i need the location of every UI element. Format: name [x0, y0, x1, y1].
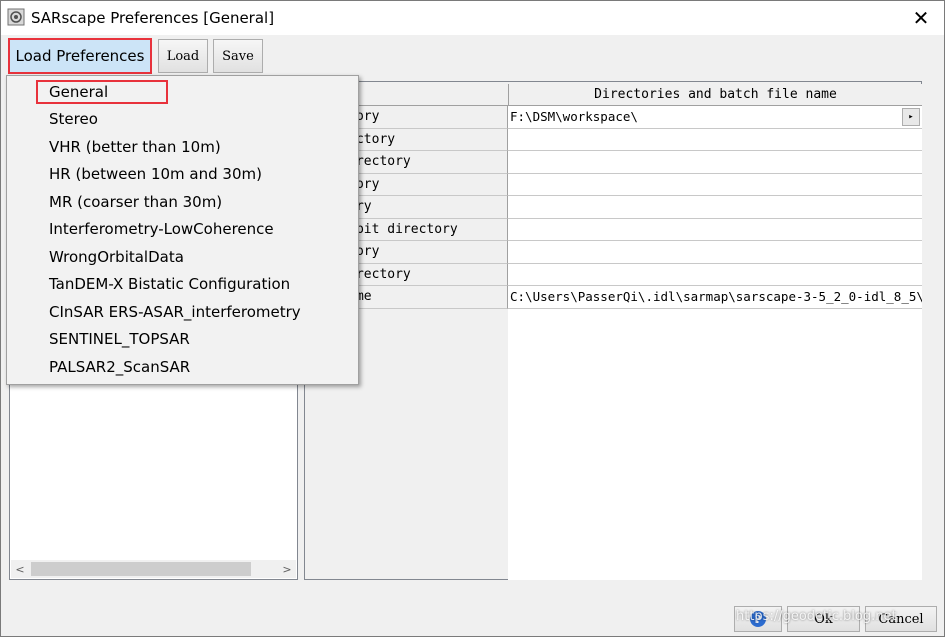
row-value-cell[interactable]: C:\Users\PasserQi\.idl\sarmap\sarscape-3…: [508, 286, 922, 309]
cancel-button[interactable]: Cancel: [865, 606, 937, 632]
preferences-window: SARscape Preferences [General] ✕ Load Pr…: [0, 0, 945, 637]
grid-row: M directory: [305, 128, 922, 151]
scroll-right-icon[interactable]: >: [278, 560, 296, 578]
close-button[interactable]: ✕: [898, 1, 944, 35]
menu-item-general[interactable]: General: [7, 78, 358, 105]
menu-item-vhr[interactable]: VHR (better than 10m): [7, 133, 358, 160]
dropdown-arrow-icon[interactable]: ▸: [902, 108, 920, 126]
menu-item-label: Interferometry-LowCoherence: [49, 220, 274, 238]
column-header: Directories and batch file name: [508, 84, 922, 106]
help-icon: ?: [750, 611, 766, 627]
row-value-cell[interactable]: [508, 151, 922, 174]
menu-item-sentinel-topsar[interactable]: SENTINEL_TOPSAR: [7, 326, 358, 353]
menu-item-mr[interactable]: MR (coarser than 30m): [7, 188, 358, 215]
row-value-cell[interactable]: F:\DSM\workspace\ ▸: [508, 106, 922, 129]
row-value-cell[interactable]: [508, 128, 922, 151]
load-button[interactable]: Load: [158, 39, 208, 73]
scroll-left-icon[interactable]: <: [11, 560, 29, 578]
grid-row: ile name C:\Users\PasserQi\.idl\sarmap\s…: [305, 286, 922, 309]
grid-row: directory: [305, 173, 922, 196]
menu-item-label: SENTINEL_TOPSAR: [49, 330, 190, 348]
menu-item-label: PALSAR2_ScanSAR: [49, 357, 191, 376]
menu-item-label: TanDEM-X Bistatic Configuration: [49, 275, 291, 293]
menu-item-cinsar[interactable]: CInSAR ERS-ASAR_interferometry: [7, 298, 358, 325]
app-icon: [7, 8, 25, 26]
grid-row: l-1 orbit directory: [305, 218, 922, 241]
grid-row: directory: [305, 241, 922, 264]
scroll-thumb[interactable]: [31, 562, 251, 576]
save-label: Save: [222, 48, 254, 64]
menu-item-tandem-x[interactable]: TanDEM-X Bistatic Configuration: [7, 271, 358, 298]
title-bar: SARscape Preferences [General] ✕: [1, 1, 944, 35]
row-value: C:\Users\PasserQi\.idl\sarmap\sarscape-3…: [510, 289, 922, 305]
save-button[interactable]: Save: [213, 39, 263, 73]
menu-item-label: General: [49, 82, 109, 101]
row-value-cell[interactable]: [508, 241, 922, 264]
help-button[interactable]: ?: [734, 606, 782, 632]
directories-grid: Directories and batch file name director…: [304, 81, 922, 580]
row-value: F:\DSM\workspace\: [510, 109, 638, 125]
horizontal-scrollbar[interactable]: < >: [11, 560, 296, 578]
menu-item-interferometry-lowcoherence[interactable]: Interferometry-LowCoherence: [7, 216, 358, 243]
load-preferences-menu: General Stereo VHR (better than 10m) HR …: [6, 75, 359, 385]
menu-item-label: VHR (better than 10m): [49, 137, 221, 156]
ok-label: Ok: [814, 611, 833, 627]
menu-item-wrongorbitaldata[interactable]: WrongOrbitalData: [7, 243, 358, 270]
menu-item-stereo[interactable]: Stereo: [7, 106, 358, 133]
grid-row: directory F:\DSM\workspace\ ▸: [305, 106, 922, 129]
load-preferences-button[interactable]: Load Preferences: [8, 38, 152, 74]
load-preferences-label: Load Preferences: [15, 47, 145, 65]
menu-item-palsar2-scansar[interactable]: PALSAR2_ScanSAR: [7, 353, 358, 380]
menu-item-label: HR (between 10m and 30m): [49, 165, 262, 183]
menu-item-label: MR (coarser than 30m): [49, 192, 223, 211]
menu-item-label: CInSAR ERS-ASAR_interferometry: [49, 302, 301, 321]
menu-item-hr[interactable]: HR (between 10m and 30m): [7, 161, 358, 188]
grid-row: DEM directory: [305, 151, 922, 174]
cancel-label: Cancel: [878, 611, 924, 627]
menu-item-label: WrongOrbitalData: [49, 247, 184, 266]
row-value-cell[interactable]: [508, 196, 922, 219]
window-title: SARscape Preferences [General]: [31, 9, 275, 27]
menu-item-label: Stereo: [49, 110, 98, 128]
ok-button[interactable]: Ok: [787, 606, 860, 632]
grid-row: irectory: [305, 196, 922, 219]
close-icon: ✕: [912, 6, 930, 30]
grid-row: T-2 directory: [305, 263, 922, 286]
row-value-cell[interactable]: [508, 218, 922, 241]
row-value-cell[interactable]: [508, 263, 922, 286]
row-value-cell[interactable]: [508, 173, 922, 196]
load-label: Load: [166, 48, 200, 64]
